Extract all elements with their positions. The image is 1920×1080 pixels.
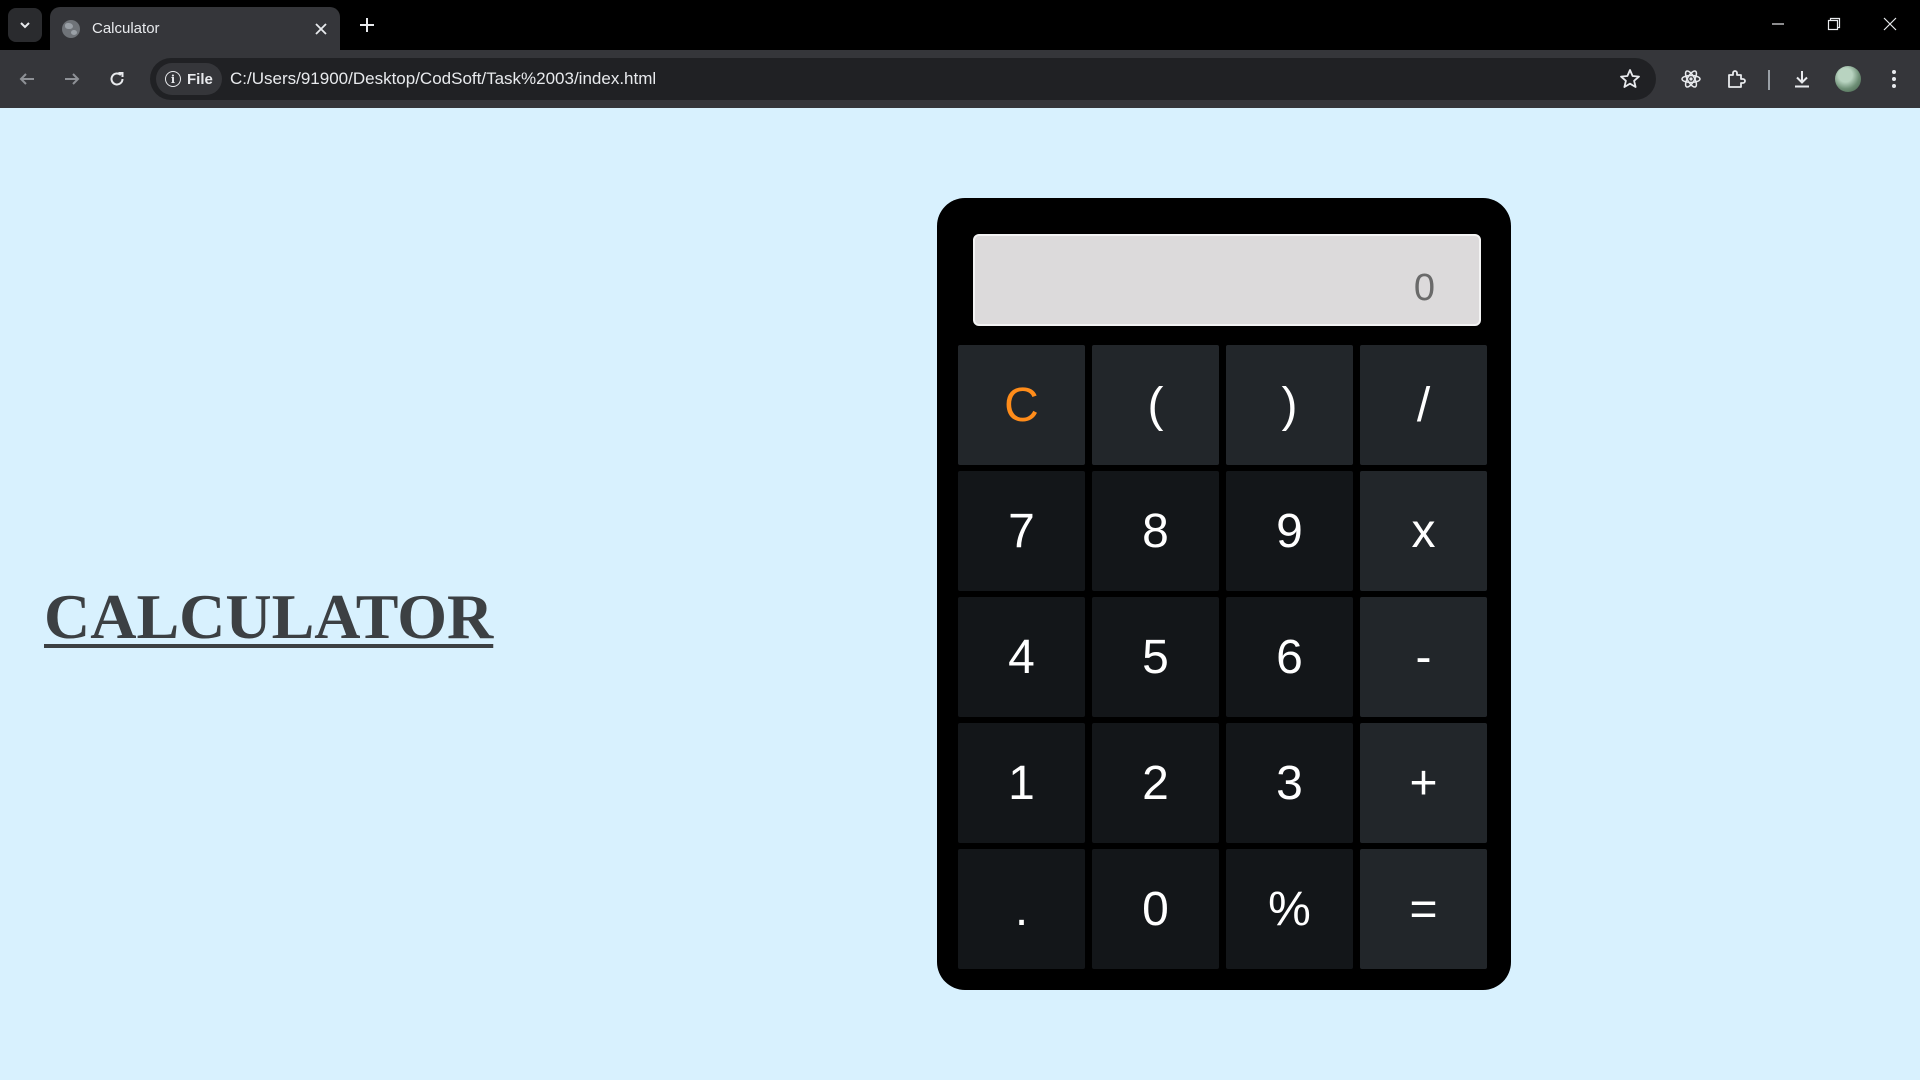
downloads-button[interactable] [1786, 63, 1818, 95]
globe-icon [62, 19, 80, 38]
arrow-left-icon [19, 73, 34, 85]
browser-tab-active[interactable]: Calculator [50, 7, 340, 50]
tab-title: Calculator [92, 20, 160, 37]
restore-icon [1827, 17, 1841, 31]
page-title: CALCULATOR [44, 581, 494, 652]
subtract-button[interactable]: - [1360, 597, 1487, 717]
more-vertical-icon [1892, 70, 1896, 88]
address-bar[interactable]: i File C:/Users/91900/Desktop/CodSoft/Ta… [150, 58, 1656, 100]
clear-button[interactable]: C [958, 345, 1085, 465]
download-icon [1795, 71, 1809, 88]
reload-button[interactable] [100, 62, 134, 96]
forward-button[interactable] [55, 62, 89, 96]
open-paren-button[interactable]: ( [1092, 345, 1219, 465]
display-value: 0 [1413, 266, 1435, 309]
digit-3-button[interactable]: 3 [1226, 723, 1353, 843]
reload-icon [110, 72, 124, 86]
chevron-down-icon [20, 22, 30, 29]
site-info-chip[interactable]: i File [156, 63, 222, 95]
minimize-icon [1772, 23, 1784, 25]
browser-tab-strip: Calculator [0, 0, 1920, 50]
back-button[interactable] [10, 62, 44, 96]
digit-4-button[interactable]: 4 [958, 597, 1085, 717]
browser-menu-button[interactable] [1878, 63, 1910, 95]
extensions-button[interactable] [1720, 63, 1752, 95]
plus-icon [360, 18, 374, 32]
calculator: 0 C ( ) / 7 8 9 x 4 5 6 - 1 2 3 + . 0 % … [937, 198, 1511, 990]
multiply-button[interactable]: x [1360, 471, 1487, 591]
new-tab-button[interactable] [352, 10, 382, 40]
star-icon [1620, 69, 1640, 88]
digit-8-button[interactable]: 8 [1092, 471, 1219, 591]
calculator-display: 0 [973, 234, 1481, 326]
digit-9-button[interactable]: 9 [1226, 471, 1353, 591]
window-close-button[interactable] [1862, 0, 1918, 48]
puzzle-icon [1728, 70, 1746, 88]
restore-button[interactable] [1806, 0, 1862, 48]
calculator-keypad: C ( ) / 7 8 9 x 4 5 6 - 1 2 3 + . 0 % = [958, 345, 1488, 969]
info-icon: i [165, 71, 181, 87]
digit-0-button[interactable]: 0 [1092, 849, 1219, 969]
tab-search-button[interactable] [8, 8, 42, 42]
digit-2-button[interactable]: 2 [1092, 723, 1219, 843]
decimal-button[interactable]: . [958, 849, 1085, 969]
add-button[interactable]: + [1360, 723, 1487, 843]
digit-5-button[interactable]: 5 [1092, 597, 1219, 717]
close-paren-button[interactable]: ) [1226, 345, 1353, 465]
url-text[interactable]: C:/Users/91900/Desktop/CodSoft/Task%2003… [230, 69, 656, 89]
close-icon [1883, 17, 1897, 31]
bookmark-star-button[interactable] [1618, 67, 1642, 91]
profile-avatar[interactable] [1835, 66, 1861, 92]
browser-toolbar: i File C:/Users/91900/Desktop/CodSoft/Ta… [0, 50, 1920, 108]
digit-7-button[interactable]: 7 [958, 471, 1085, 591]
equals-button[interactable]: = [1360, 849, 1487, 969]
toolbar-separator [1768, 70, 1770, 90]
minimize-button[interactable] [1750, 0, 1806, 48]
divide-button[interactable]: / [1360, 345, 1487, 465]
site-chip-label: File [187, 70, 213, 88]
extension-atom-button[interactable] [1675, 63, 1707, 95]
digit-1-button[interactable]: 1 [958, 723, 1085, 843]
arrow-right-icon [65, 73, 80, 85]
digit-6-button[interactable]: 6 [1226, 597, 1353, 717]
tab-close-button[interactable] [308, 16, 334, 42]
close-icon [315, 22, 327, 35]
percent-button[interactable]: % [1226, 849, 1353, 969]
atom-icon [1681, 70, 1701, 88]
